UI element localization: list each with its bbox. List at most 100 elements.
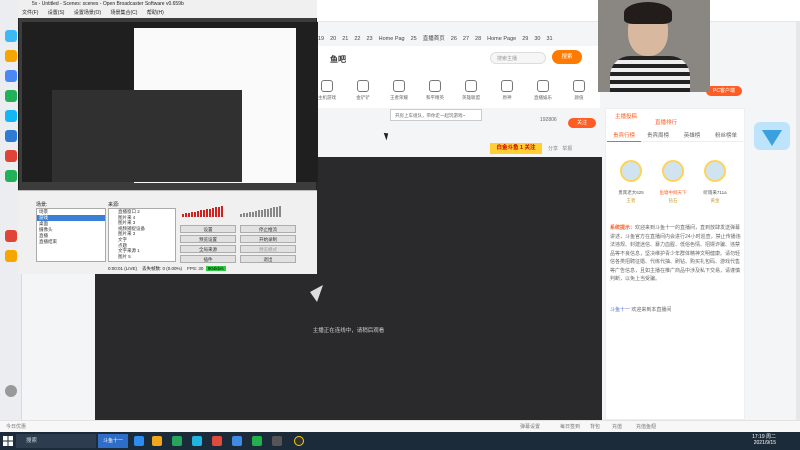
category-label: 英雄联盟 [462,95,480,100]
avatar[interactable] [620,160,642,182]
app-icon-5[interactable] [5,150,17,162]
browser-tab[interactable]: 22 [354,36,360,42]
category-nav-item[interactable]: 原神 [490,80,524,101]
app-icon-1[interactable] [5,30,17,42]
browser-tab[interactable]: 21 [342,36,348,42]
promo-graphic[interactable] [752,118,792,154]
bottom-item[interactable]: 充值鱼翅 [636,423,656,430]
app-taskbar-icon[interactable] [212,436,222,446]
tab-vip-day[interactable]: 贵宾行榜 [607,130,641,142]
system-clock[interactable]: 17:19 周二 2021/9/15 [728,434,776,446]
category-nav-item[interactable]: 英雄联盟 [454,80,488,101]
obs-taskbar-icon[interactable] [294,436,304,446]
menu-help[interactable]: 帮助(H) [147,10,164,16]
app-icon-8[interactable] [5,250,17,262]
bottom-item[interactable]: 充值 [612,423,622,430]
app-icon-2[interactable] [5,50,17,62]
category-nav-item[interactable]: 金铲铲 [346,80,380,101]
category-nav-item[interactable]: 颜值 [562,80,596,101]
browser-tab[interactable]: 27 [463,36,469,42]
meter-bar [255,211,257,217]
report-link[interactable]: 举报 [562,146,572,152]
app-taskbar-icon[interactable] [272,436,282,446]
browser-tab[interactable]: 19 [318,36,324,42]
menu-settings[interactable]: 设置(S) [48,10,65,16]
studio-mode-button[interactable]: 预览模式 [240,245,296,253]
wechat-icon[interactable] [5,90,17,102]
category-label: 原神 [502,95,512,100]
edge-icon[interactable] [134,436,144,446]
menu-collection[interactable]: 场景集合(C) [110,10,137,16]
windows-start-icon[interactable] [2,435,14,447]
meter-bar [273,207,275,217]
tab-hero[interactable]: 英雄榜 [675,130,709,142]
search-button[interactable]: 搜索 [552,50,582,64]
clock-date: 2021/9/15 [753,440,776,446]
browser-tab[interactable]: 30 [534,36,540,42]
source-item[interactable]: 图片 5 [109,254,175,260]
category-nav-item[interactable]: 王者荣耀 [382,80,416,101]
global-sources-button[interactable]: 全局来源 [180,245,236,253]
category-icon [429,80,441,92]
taskbar-search[interactable]: 搜索 [16,434,96,448]
browser-tab[interactable]: Home Pag [379,36,405,42]
scene-list[interactable]: 场景 游戏 桌面 摄像头 直播 直播结束 [36,208,106,262]
app-icon-3[interactable] [5,70,17,82]
settings-button[interactable]: 设置 [180,225,236,233]
discount-link[interactable]: 今日优惠 [6,423,26,430]
qq-icon[interactable] [5,110,17,122]
rank-label[interactable]: 直播排行 [655,118,677,126]
gift-badge[interactable]: 白金斗鱼 1 关注 [490,143,542,154]
plugins-button[interactable]: 插件 [180,255,236,263]
share-link[interactable]: 分享 [548,146,558,152]
app-icon-7[interactable] [5,230,17,242]
search-input[interactable]: 搜索主播 [490,52,546,64]
tab-vip-week[interactable]: 贵宾周榜 [641,130,675,142]
browser-tab[interactable]: Home Page [487,36,516,42]
browser-tab[interactable]: 26 [451,36,457,42]
source-list[interactable]: 直播窗口 2 图片来 4 图片来 3 视频捕捉设备 图片来 3 文字 点题 文字来源 1 图片 … [108,208,176,262]
explorer-icon[interactable] [152,436,162,446]
scrollbar[interactable] [796,22,800,420]
wechat-taskbar-icon[interactable] [252,436,262,446]
browser-tab[interactable]: 直播首页 [423,36,445,42]
browser-tab[interactable]: 28 [475,36,481,42]
webcam-overlay [598,0,710,92]
pc-client-badge[interactable]: PC客户端 [706,86,742,96]
page-bottom-bar [0,420,800,432]
preview-settings-button[interactable]: 预览设置 [180,235,236,243]
avatar[interactable] [704,160,726,182]
welcome-message: 斗鱼十一 欢迎来到本直播间 [610,306,671,313]
stop-stream-button[interactable]: 停止推流 [240,225,296,233]
welcome-user[interactable]: 斗鱼十一 [610,307,630,313]
exit-button[interactable]: 退出 [240,255,296,263]
menu-file[interactable]: 文件(F) [22,10,38,16]
site-logo[interactable]: 鱼吧 [330,54,346,65]
app-icon-4[interactable] [5,130,17,142]
bottom-item[interactable]: 背包 [590,423,600,430]
meter-bar [276,206,278,217]
browser-tab[interactable]: 29 [522,36,528,42]
qq-taskbar-icon[interactable] [192,436,202,446]
bottom-item[interactable]: 每日签到 [560,423,580,430]
app-icon-6[interactable] [5,170,17,182]
scene-item[interactable]: 直播结束 [37,239,105,245]
category-nav-item[interactable]: 直播娱乐 [526,80,560,101]
follow-button[interactable]: 关注 [568,118,596,128]
bottom-item[interactable]: 弹幕设置 [520,423,540,430]
tab-fans[interactable]: 粉丝榜单 [709,130,743,142]
browser-tab[interactable]: 23 [367,36,373,42]
browser-tab[interactable]: 25 [411,36,417,42]
taskbar-active-app[interactable]: 斗鱼十一 [98,434,128,448]
streamer-post-label[interactable]: 主播投稿 [615,112,637,120]
meter-bar [197,211,199,217]
start-record-button[interactable]: 开始录制 [240,235,296,243]
category-nav-item[interactable]: 和平精英 [418,80,452,101]
menu-scene[interactable]: 设置场景(O) [74,10,101,16]
app-taskbar-icon[interactable] [232,436,242,446]
app-taskbar-icon[interactable] [172,436,182,446]
browser-tab[interactable]: 31 [546,36,552,42]
add-icon[interactable] [5,385,17,397]
avatar[interactable] [662,160,684,182]
browser-tab[interactable]: 20 [330,36,336,42]
